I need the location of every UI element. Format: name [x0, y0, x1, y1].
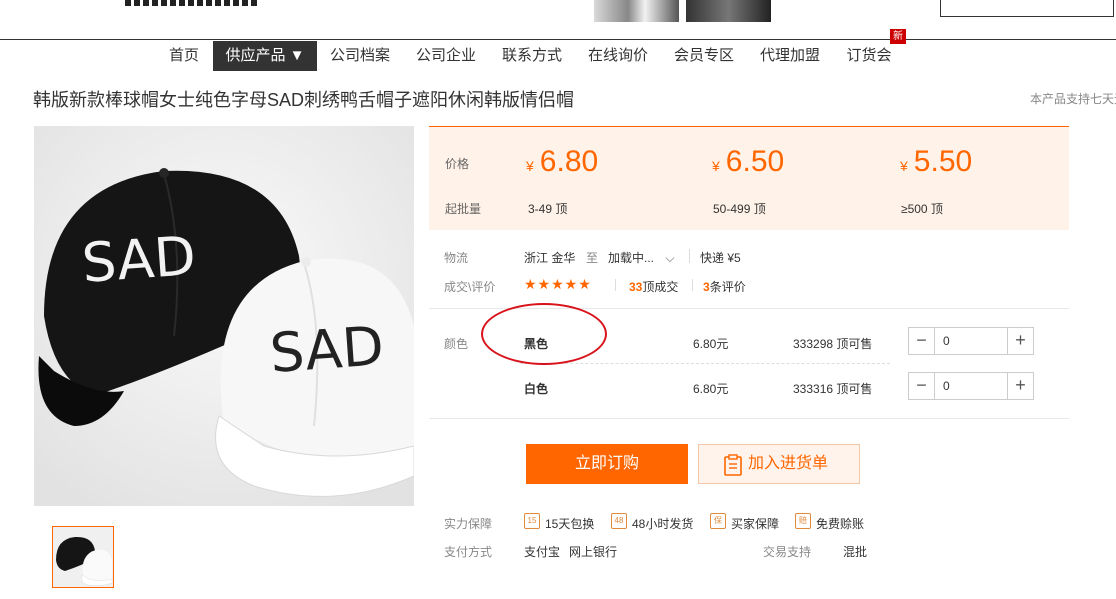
divider	[692, 279, 693, 291]
guarantee-label: 实力保障	[444, 517, 493, 531]
price-tier-3: ¥5.50	[900, 145, 973, 178]
price-panel: 价格 起批量 ¥6.80 ¥6.50 ¥5.50 3-49 顶 50-499 顶…	[429, 126, 1069, 230]
logo[interactable]	[125, 0, 260, 6]
banner-thumbnail[interactable]	[594, 0, 679, 22]
trade-support-value: 混批	[843, 545, 868, 559]
decrease-button[interactable]: −	[909, 328, 935, 354]
nav-item-home[interactable]: 首页	[160, 41, 208, 71]
moq-label: 起批量	[445, 202, 482, 216]
cap-embroidery-black: SAD	[80, 224, 198, 295]
payment-label: 支付方式	[444, 545, 493, 559]
deal-label: 成交\评价	[444, 280, 496, 294]
nav-item-members[interactable]: 会员专区	[669, 41, 739, 71]
support-notice: 本产品支持七天无	[1030, 92, 1116, 106]
color-label: 颜色	[444, 337, 469, 351]
decrease-button[interactable]: −	[909, 373, 935, 399]
logistics-label: 物流	[444, 251, 469, 265]
moq-tier-2: 50-499 顶	[713, 202, 766, 216]
color-stock: 333298 顶可售	[793, 337, 873, 351]
star-rating: ★★★★★	[524, 276, 592, 292]
quantity-stepper: − +	[908, 372, 1034, 400]
color-option-white[interactable]: 白色	[524, 380, 548, 397]
cap-embroidery-white: SAD	[268, 314, 386, 385]
annotation-circle	[481, 303, 607, 365]
destination-value: 加载中...	[608, 251, 655, 265]
nav-item-order-fair[interactable]: 订货会	[841, 41, 897, 71]
compensation-icon: 赔	[795, 513, 811, 529]
buy-now-button[interactable]: 立即订购	[526, 444, 688, 484]
price-label: 价格	[445, 157, 470, 171]
banner-thumbnail[interactable]	[686, 0, 771, 22]
guarantee-item[interactable]: 48小时发货	[632, 515, 693, 532]
express-fee: 快递 ¥5	[700, 251, 741, 265]
color-price: 6.80元	[693, 382, 729, 396]
15-days-icon: 15	[524, 513, 540, 529]
moq-tier-3: ≥500 顶	[901, 202, 943, 216]
new-badge: 新	[890, 29, 906, 44]
guarantee-item[interactable]: 15天包换	[545, 515, 594, 532]
increase-button[interactable]: +	[1007, 328, 1033, 354]
chevron-down-icon: ⌵	[665, 251, 675, 265]
nav-item-contact[interactable]: 联系方式	[497, 41, 567, 71]
product-title: 韩版新款棒球帽女士纯色字母SAD刺绣鸭舌帽子遮阳休闲韩版情侣帽	[33, 90, 575, 110]
review-count-link[interactable]: 3条评价	[703, 278, 746, 295]
increase-button[interactable]: +	[1007, 373, 1033, 399]
nav-item-company[interactable]: 公司企业	[411, 41, 481, 71]
product-image[interactable]: SAD SAD	[34, 126, 414, 506]
nav-item-products[interactable]: 供应产品 ▼	[213, 41, 317, 71]
divider	[689, 249, 690, 263]
shield-icon: 保	[710, 513, 726, 529]
main-nav: 首页 供应产品 ▼ 公司档案 公司企业 联系方式 在线询价 会员专区 代理加盟 …	[0, 41, 1116, 71]
payment-method: 网上银行	[569, 545, 618, 559]
nav-item-agency[interactable]: 代理加盟	[755, 41, 825, 71]
ship-to-word: 至	[586, 251, 599, 265]
divider	[429, 418, 1069, 419]
color-price: 6.80元	[693, 337, 729, 351]
sold-count-link[interactable]: 33顶成交	[629, 278, 678, 295]
destination-select[interactable]: 加载中... ⌵	[608, 249, 674, 266]
ship-from: 浙江 金华	[524, 251, 576, 265]
price-tier-1: ¥6.80	[526, 145, 599, 178]
nav-item-inquiry[interactable]: 在线询价	[583, 41, 653, 71]
quantity-stepper: − +	[908, 327, 1034, 355]
moq-tier-1: 3-49 顶	[528, 202, 568, 216]
48-hours-icon: 48	[611, 513, 627, 529]
guarantee-item[interactable]: 免费赊账	[816, 515, 864, 532]
add-to-cart-button[interactable]: 加入进货单	[698, 444, 860, 484]
trade-support-label: 交易支持	[763, 545, 812, 559]
product-thumbnail[interactable]	[52, 526, 114, 588]
add-to-cart-label: 加入进货单	[748, 455, 829, 472]
price-tier-2: ¥6.50	[712, 145, 785, 178]
quantity-input[interactable]	[935, 328, 1007, 354]
guarantee-item[interactable]: 买家保障	[731, 515, 779, 532]
nav-item-company-profile[interactable]: 公司档案	[325, 41, 395, 71]
clipboard-icon	[724, 454, 742, 476]
color-stock: 333316 顶可售	[793, 382, 873, 396]
divider	[615, 279, 616, 291]
search-box[interactable]	[940, 0, 1114, 17]
payment-method: 支付宝	[524, 545, 561, 559]
quantity-input[interactable]	[935, 373, 1007, 399]
top-header	[0, 0, 1116, 40]
divider	[520, 363, 890, 364]
